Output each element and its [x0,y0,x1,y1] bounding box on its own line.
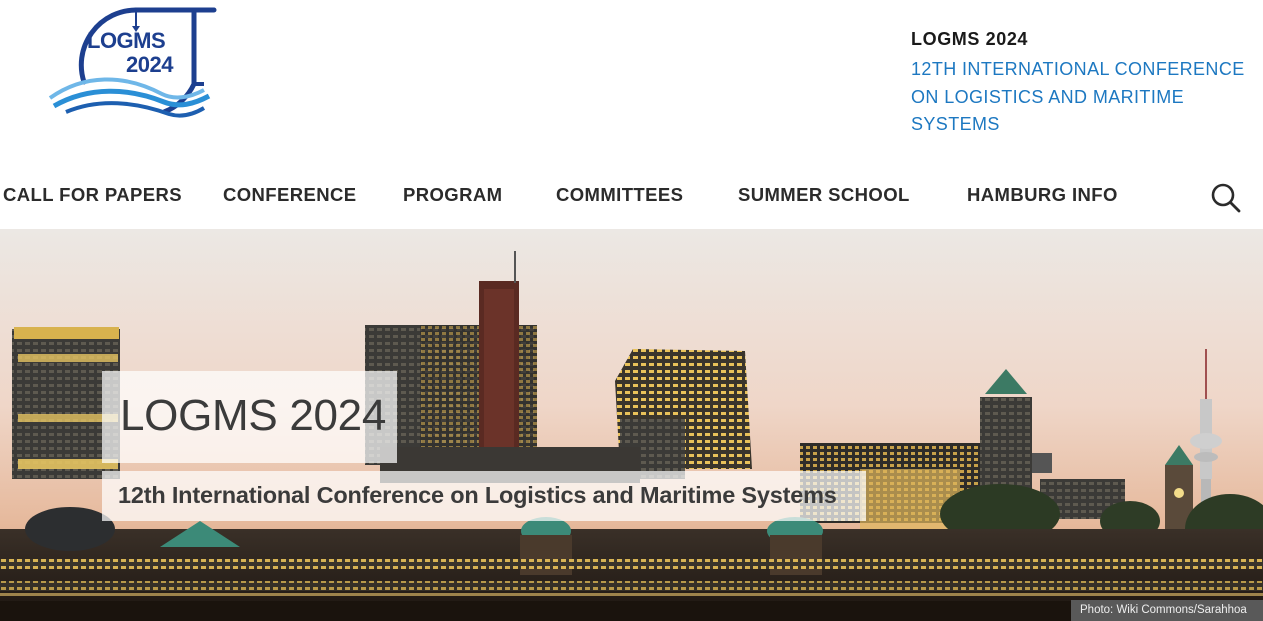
nav-item-hamburg-info[interactable]: HAMBURG INFO [967,184,1118,206]
nav-item-program[interactable]: PROGRAM [403,184,502,206]
main-nav: CALL FOR PAPERS CONFERENCE PROGRAM COMMI… [0,180,1263,216]
logo-text-year: 2024 [126,52,173,77]
nav-item-conference[interactable]: CONFERENCE [223,184,357,206]
photo-credit: Photo: Wiki Commons/Sarahhoa [1071,600,1263,621]
search-icon [1211,183,1241,213]
hero-title: LOGMS 2024 [120,391,387,440]
site-header: LOGMS 2024 LOGMS 2024 12TH INTERNATIONAL… [0,0,1263,160]
hero-banner: LOGMS 2024 12th International Conference… [0,229,1263,621]
hero-subtitle: 12th International Conference on Logisti… [118,482,837,508]
logo-text-logms: LOGMS [87,28,166,53]
nav-item-committees[interactable]: COMMITTEES [556,184,683,206]
nav-item-call-for-papers[interactable]: CALL FOR PAPERS [3,184,182,206]
conference-name: LOGMS 2024 [911,29,1029,49]
logms-logo[interactable]: LOGMS 2024 [44,2,219,127]
nav-item-summer-school[interactable]: SUMMER SCHOOL [738,184,910,206]
search-button[interactable] [1206,180,1246,216]
conference-subtitle: 12TH INTERNATIONAL CONFERENCE ON LOGISTI… [911,59,1245,134]
